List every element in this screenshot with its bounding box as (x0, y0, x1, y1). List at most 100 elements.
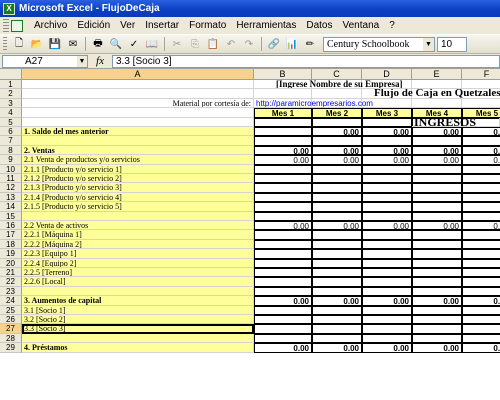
cell-c2[interactable] (312, 89, 362, 99)
font-name-select[interactable]: Century Schoolbook ▼ (323, 36, 435, 52)
cell-e11[interactable] (412, 174, 462, 184)
cell-b27[interactable] (254, 324, 312, 334)
cell-a12[interactable]: 2.1.3 [Producto y/o servicio 3] (22, 183, 254, 193)
research-icon[interactable]: 📖 (144, 36, 160, 52)
cell-b10[interactable] (254, 164, 312, 174)
row-header[interactable]: 17 (0, 230, 22, 240)
chevron-down-icon[interactable]: ▼ (77, 55, 87, 67)
cell-f17[interactable] (462, 230, 500, 240)
cell-c8[interactable]: 0.00 (312, 145, 362, 156)
workbook-icon[interactable] (11, 19, 23, 32)
column-header-e[interactable]: E (412, 69, 462, 80)
cell-d15[interactable] (362, 211, 412, 221)
row-header[interactable]: 2 (0, 89, 22, 99)
cell-b5[interactable] (254, 117, 312, 127)
cell-e13[interactable] (412, 192, 462, 203)
cell-f19[interactable] (462, 249, 500, 259)
cell-a25[interactable]: 3.1 [Socio 1] (22, 305, 254, 315)
row-header[interactable]: 13 (0, 192, 22, 203)
row-header[interactable]: 10 (0, 164, 22, 174)
cell-e9[interactable]: 0.00 (412, 155, 462, 165)
row-header[interactable]: 22 (0, 277, 22, 287)
cell-c20[interactable] (312, 258, 362, 268)
hyperlink-icon[interactable]: 🔗 (266, 36, 282, 52)
row-header[interactable]: 15 (0, 211, 22, 221)
cell-a20[interactable]: 2.2.4 [Equipo 2] (22, 258, 254, 268)
cell-b20[interactable] (254, 258, 312, 268)
cell-f12[interactable] (462, 183, 500, 193)
cell-f28[interactable] (462, 333, 500, 344)
cell-f25[interactable] (462, 305, 500, 315)
cell-e12[interactable] (412, 183, 462, 193)
cell-e18[interactable] (412, 239, 462, 250)
row-header[interactable]: 12 (0, 183, 22, 193)
cell-a9[interactable]: 2.1 Venta de productos y/o servicios (22, 155, 254, 165)
cell-b11[interactable] (254, 174, 312, 184)
cell-a13[interactable]: 2.1.4 [Producto y/o servicio 4] (22, 192, 254, 203)
row-header[interactable]: 24 (0, 296, 22, 306)
paste-icon[interactable]: 📋 (205, 36, 221, 52)
cell-f9[interactable]: 0.00 (462, 155, 500, 165)
cell-c16[interactable]: 0.00 (312, 221, 362, 231)
cell-a15[interactable] (22, 211, 254, 221)
cell-a7[interactable] (22, 136, 254, 146)
cell-c23[interactable] (312, 286, 362, 297)
row-header[interactable]: 16 (0, 221, 22, 231)
cell-d25[interactable] (362, 305, 412, 315)
cell-d5[interactable] (362, 117, 412, 127)
cell-f6[interactable]: 0.00 (462, 127, 500, 137)
print-preview-icon[interactable]: 🔍 (108, 36, 124, 52)
cell-a4[interactable] (22, 108, 254, 118)
row-header[interactable]: 5 (0, 117, 22, 127)
cell-b21[interactable] (254, 268, 312, 278)
cell-f14[interactable] (462, 202, 500, 212)
chart-wizard-icon[interactable]: 📊 (284, 36, 300, 52)
cell-d12[interactable] (362, 183, 412, 193)
cell-c25[interactable] (312, 305, 362, 315)
menu-formato[interactable]: Formato (184, 20, 231, 31)
row-header[interactable]: 6 (0, 127, 22, 137)
column-header-d[interactable]: D (362, 69, 412, 80)
cell-e7[interactable] (412, 136, 462, 146)
row-header[interactable]: 18 (0, 239, 22, 250)
row-header[interactable]: 21 (0, 268, 22, 278)
cell-b19[interactable] (254, 249, 312, 259)
cell-a8[interactable]: 2. Ventas (22, 145, 254, 156)
row-header[interactable]: 27 (0, 324, 22, 334)
cell-a18[interactable]: 2.2.2 [Máquina 2] (22, 239, 254, 250)
row-header[interactable]: 4 (0, 108, 22, 118)
cell-d22[interactable] (362, 277, 412, 287)
cell-a6[interactable]: 1. Saldo del mes anterior (22, 127, 254, 137)
undo-icon[interactable]: ↶ (223, 36, 239, 52)
cell-a22[interactable]: 2.2.6 [Local] (22, 277, 254, 287)
name-box[interactable]: A27 ▼ (2, 54, 88, 68)
row-header[interactable]: 7 (0, 136, 22, 146)
cell-c24[interactable]: 0.00 (312, 296, 362, 306)
cell-d16[interactable]: 0.00 (362, 221, 412, 231)
cell-f18[interactable] (462, 239, 500, 250)
row-header[interactable]: 11 (0, 174, 22, 184)
cell-c5[interactable] (312, 117, 362, 127)
cell-f29[interactable]: 0.00 (462, 343, 500, 353)
select-all-corner[interactable] (0, 69, 22, 80)
cell-e15[interactable] (412, 211, 462, 221)
drawing-icon[interactable]: ✏ (302, 36, 318, 52)
redo-icon[interactable]: ↷ (241, 36, 257, 52)
cell-a17[interactable]: 2.2.1 [Máquina 1] (22, 230, 254, 240)
cell-c7[interactable] (312, 136, 362, 146)
cell-c14[interactable] (312, 202, 362, 212)
cell-b25[interactable] (254, 305, 312, 315)
cell-d6[interactable]: 0.00 (362, 127, 412, 137)
cell-c4[interactable]: Mes 2 (312, 108, 362, 118)
cell-d28[interactable] (362, 333, 412, 344)
copy-icon[interactable]: ⎘ (187, 36, 203, 52)
cell-d4[interactable]: Mes 3 (362, 108, 412, 118)
cell-e23[interactable] (412, 286, 462, 297)
row-header[interactable]: 23 (0, 286, 22, 297)
cell-a27[interactable]: 3.3 [Socio 3] (22, 324, 254, 334)
menu-datos[interactable]: Datos (301, 20, 337, 31)
cell-f22[interactable] (462, 277, 500, 287)
cell-d13[interactable] (362, 192, 412, 203)
font-size-select[interactable]: 10 (437, 36, 467, 52)
cell-d24[interactable]: 0.00 (362, 296, 412, 306)
